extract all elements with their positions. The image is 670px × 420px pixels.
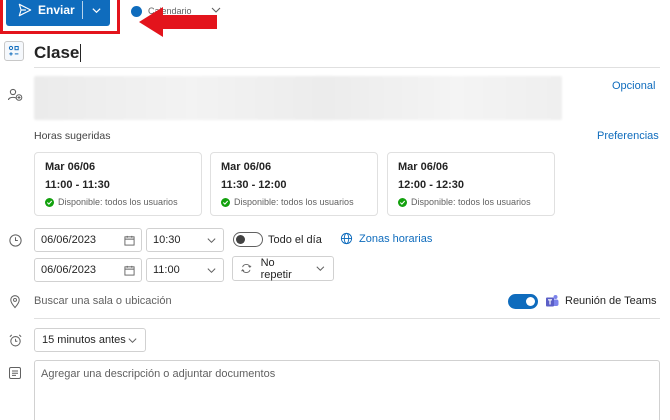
chevron-down-icon: [316, 266, 325, 271]
calendar-icon: [124, 265, 135, 276]
card-date: Mar 06/06: [221, 161, 272, 173]
chevron-down-icon: [128, 337, 137, 343]
chevron-down-icon: [207, 267, 216, 273]
all-day-label: Todo el día: [268, 234, 322, 246]
start-date-picker[interactable]: 06/06/2023: [34, 228, 142, 252]
globe-icon: [340, 232, 353, 245]
suggested-time-card[interactable]: Mar 06/06 12:00 - 12:30 Disponible: todo…: [387, 152, 555, 216]
suggested-time-card[interactable]: Mar 06/06 11:30 - 12:00 Disponible: todo…: [210, 152, 378, 216]
start-date-value: 06/06/2023: [41, 234, 97, 246]
preferences-link[interactable]: Preferencias: [597, 130, 659, 142]
end-date-value: 06/06/2023: [41, 264, 97, 276]
clock-icon: [6, 231, 24, 249]
calendar-icon: [124, 235, 135, 246]
send-button[interactable]: Enviar: [6, 0, 82, 26]
send-split-button[interactable]: Enviar: [6, 0, 110, 26]
divider: [34, 318, 660, 319]
repeat-value: No repetir: [260, 256, 292, 281]
card-status: Disponible: todos los usuarios: [234, 197, 354, 207]
card-status: Disponible: todos los usuarios: [58, 197, 178, 207]
repeat-icon: [241, 264, 252, 273]
location-icon: [6, 292, 24, 310]
send-options-button[interactable]: [83, 0, 110, 26]
card-availability: Disponible: todos los usuarios: [221, 197, 367, 207]
time-zones-label: Zonas horarias: [359, 232, 433, 245]
alarm-icon: [6, 331, 24, 349]
reminder-value: 15 minutos antes: [42, 334, 126, 346]
send-icon: [18, 3, 32, 17]
card-time: 12:00 - 12:30: [398, 179, 465, 191]
card-time: 11:00 - 11:30: [45, 179, 110, 191]
optional-attendees-link[interactable]: Opcional: [612, 80, 655, 92]
teams-meeting-toggle[interactable]: [508, 294, 538, 309]
teams-meeting-label: Reunión de Teams: [565, 295, 657, 307]
event-title-input[interactable]: Clase: [34, 38, 660, 68]
people-icon: [6, 86, 24, 104]
send-label: Enviar: [38, 3, 75, 17]
start-time-value: 10:30: [153, 234, 181, 246]
text-description-icon: [6, 364, 24, 382]
suggested-time-card[interactable]: Mar 06/06 11:00 - 11:30 Disponible: todo…: [34, 152, 202, 216]
event-title-text: Clase: [34, 42, 80, 62]
card-date: Mar 06/06: [45, 161, 96, 173]
card-availability: Disponible: todos los usuarios: [398, 197, 544, 207]
title-template-icon[interactable]: [4, 41, 24, 61]
card-status: Disponible: todos los usuarios: [411, 197, 531, 207]
card-availability: Disponible: todos los usuarios: [45, 197, 191, 207]
repeat-dropdown[interactable]: No repetir: [232, 256, 334, 281]
location-input[interactable]: Buscar una sala o ubicación: [34, 295, 172, 307]
end-time-value: 11:00: [153, 264, 180, 276]
annotation-arrow: [139, 7, 217, 37]
reminder-dropdown[interactable]: 15 minutos antes: [34, 328, 146, 352]
description-placeholder: Agregar una descripción o adjuntar docum…: [41, 368, 276, 380]
checkmark-icon: [398, 197, 407, 207]
text-caret: [80, 43, 82, 62]
card-date: Mar 06/06: [398, 161, 449, 173]
chevron-down-icon: [92, 7, 101, 13]
checkmark-icon: [221, 197, 230, 207]
end-time-dropdown[interactable]: 11:00: [146, 258, 224, 282]
teams-icon: [546, 295, 559, 307]
suggested-times-label: Horas sugeridas: [34, 130, 111, 142]
time-zones-link[interactable]: Zonas horarias: [340, 232, 432, 245]
card-time: 11:30 - 12:00: [221, 179, 287, 191]
checkmark-icon: [45, 197, 54, 207]
attendees-input[interactable]: [34, 76, 562, 120]
start-time-dropdown[interactable]: 10:30: [146, 228, 224, 252]
chevron-down-icon: [207, 237, 216, 243]
description-editor[interactable]: Agregar una descripción o adjuntar docum…: [34, 360, 660, 420]
all-day-toggle[interactable]: [233, 232, 263, 247]
end-date-picker[interactable]: 06/06/2023: [34, 258, 142, 282]
